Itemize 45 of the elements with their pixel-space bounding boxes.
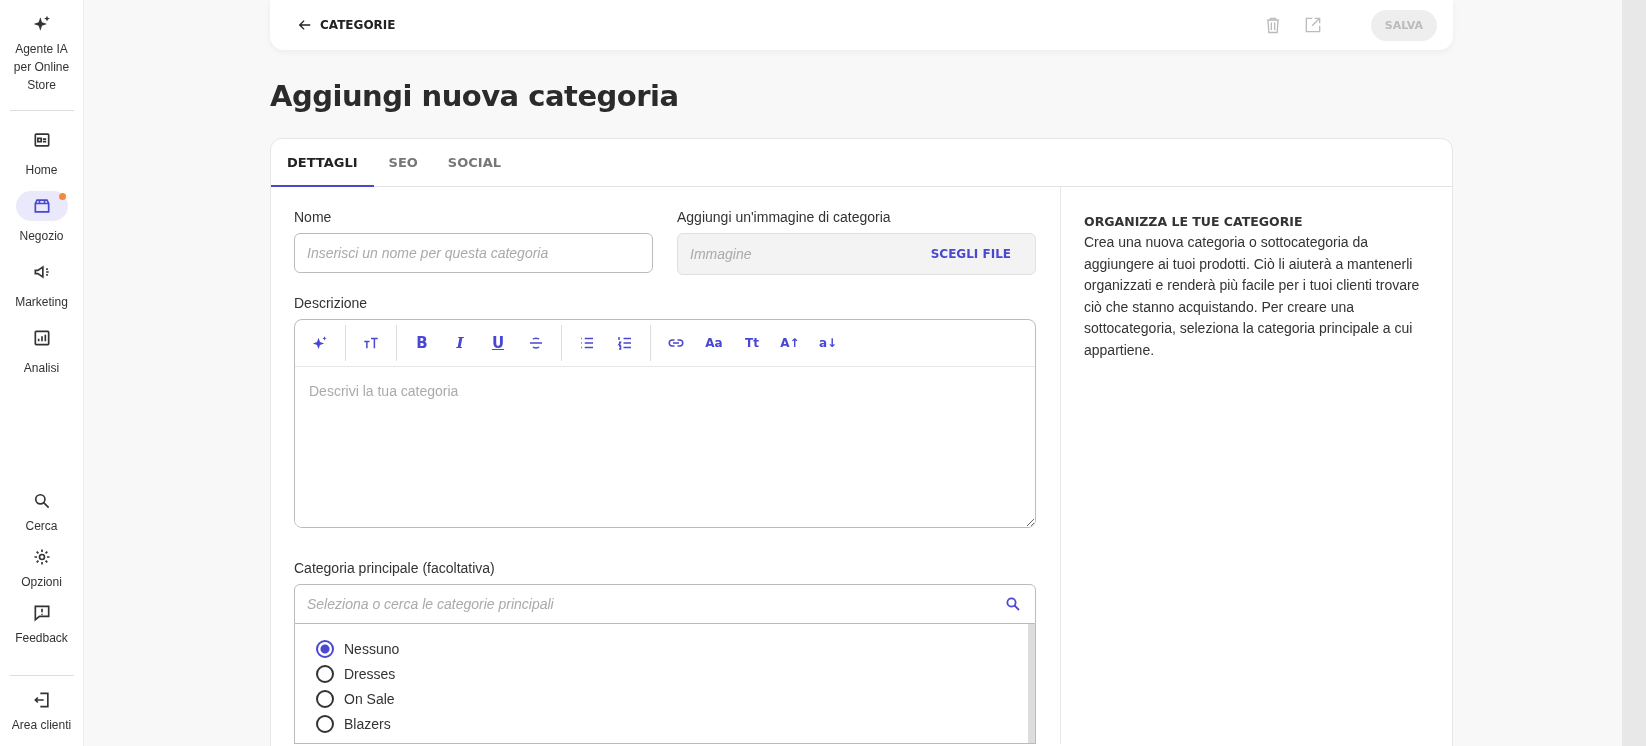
tab[interactable]: SOCIAL	[432, 139, 516, 187]
tab[interactable]: SEO	[373, 139, 433, 187]
radio-button[interactable]	[316, 689, 334, 708]
option-label[interactable]: Nessuno	[344, 640, 400, 657]
nav-label[interactable]: Opzioni	[9, 573, 74, 591]
tab[interactable]: DETTAGLI	[271, 139, 374, 187]
field-label: Aggiungi un'immagine di categoria	[677, 209, 892, 225]
scrollbar[interactable]	[1028, 624, 1035, 743]
back-link[interactable]: CATEGORIE	[298, 18, 396, 32]
option-label[interactable]: Dresses	[344, 665, 396, 682]
nav-label[interactable]: Negozio	[9, 227, 74, 245]
name-input[interactable]: Inserisci un nome per questa categoria	[294, 233, 653, 273]
radio-button[interactable]	[316, 714, 334, 733]
nav-label[interactable]: Cerca	[9, 517, 74, 535]
parent-search-field[interactable]: Seleziona o cerca le categorie principali	[294, 584, 1036, 624]
choose-file-button[interactable]: SCEGLI FILE	[918, 247, 1023, 261]
format-button[interactable]: B	[407, 334, 437, 352]
help-text: Crea una nuova categoria o sottocategoria da aggiungere ai tuoi prodotti. Ciò li aiuterà a mantenerli organizzati e renderà più facile per i tuoi clienti trovare ciò che stanno acquistando. Per creare una sottocategoria, seleziona la categoria principale a cui appartiene.	[1084, 233, 1421, 360]
nav-label[interactable]: Marketing	[9, 293, 74, 311]
format-button[interactable]: I	[445, 334, 475, 352]
image-placeholder: Immagine	[690, 246, 752, 262]
field-label: Categoria principale (facoltativa)	[294, 560, 496, 576]
field-label: Descrizione	[294, 295, 369, 311]
page-title: Aggiungi nuova categoria	[270, 79, 680, 113]
nav-label[interactable]: Feedback	[9, 629, 74, 647]
description-editor[interactable]: B I U Aa Tt A↑ a↓ Descrivi la tua categoria	[294, 319, 1036, 528]
field-label: Nome	[294, 209, 333, 225]
radio-button[interactable]	[316, 664, 334, 683]
format-button[interactable]: U	[483, 334, 513, 352]
agent-label[interactable]: Agente IA per Online Store	[9, 40, 74, 94]
image-file-field[interactable]: Immagine SCEGLI FILE	[677, 233, 1036, 275]
search-icon[interactable]	[1004, 595, 1022, 613]
option-label[interactable]: Blazers	[344, 715, 391, 732]
format-button[interactable]: Tt	[737, 336, 767, 350]
nav-label[interactable]: Area clienti	[9, 716, 74, 734]
nav-highlight[interactable]	[15, 191, 68, 221]
nav-label[interactable]: Analisi	[9, 359, 74, 377]
radio-button[interactable]	[316, 639, 334, 658]
format-button[interactable]: Aa	[699, 336, 729, 350]
format-button[interactable]: a↓	[813, 336, 843, 350]
option-label[interactable]: On Sale	[344, 690, 395, 707]
format-button[interactable]: A↑	[775, 336, 805, 350]
nav-label[interactable]: Home	[9, 161, 74, 179]
help-title: ORGANIZZA LE TUE CATEGORIE	[1084, 214, 1304, 229]
back-arrow-icon	[298, 18, 312, 32]
